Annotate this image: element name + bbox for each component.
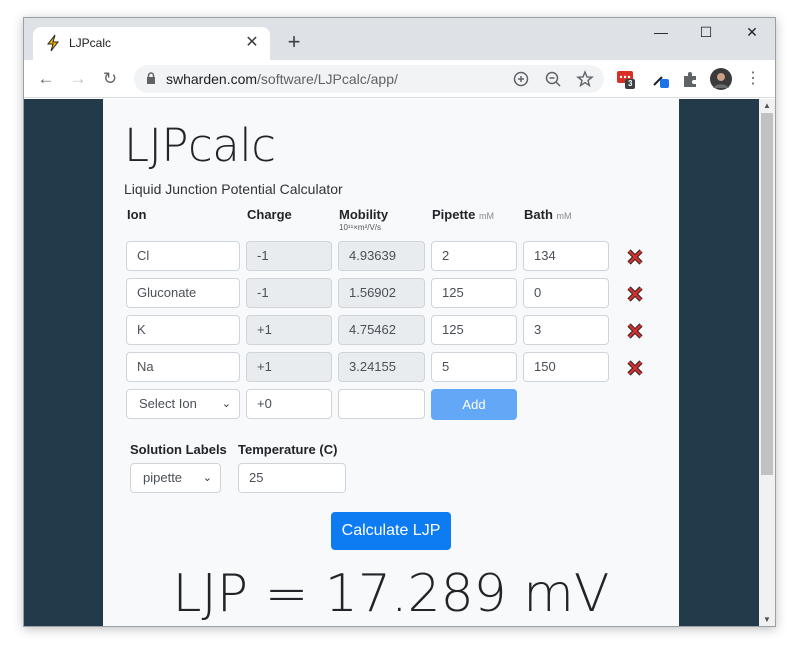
reload-button[interactable]: ↻ — [99, 68, 121, 90]
lock-icon — [147, 72, 155, 84]
pipette-conc-field[interactable]: 125 — [431, 278, 517, 308]
forward-button[interactable]: → — [67, 68, 89, 90]
maximize-button[interactable]: ☐ — [686, 24, 726, 44]
back-button[interactable]: ← — [35, 68, 57, 90]
minimize-button[interactable]: — — [641, 24, 681, 44]
chevron-down-icon: ⌄ — [221, 398, 231, 410]
new-mobility-input[interactable] — [338, 389, 425, 419]
charge-field: +1 — [246, 315, 332, 345]
charge-field: +1 — [246, 352, 332, 382]
add-icon[interactable] — [512, 70, 530, 88]
mobility-field: 4.75462 — [338, 315, 425, 345]
delete-row-icon[interactable] — [627, 249, 643, 265]
page-scrollbar[interactable]: ▲ ▼ — [759, 99, 775, 626]
calculate-ljp-button[interactable]: Calculate LJP — [331, 512, 451, 550]
browser-tab[interactable]: LJPcalc ✕ — [33, 27, 270, 60]
page-viewport: LJPcalc Liquid Junction Potential Calcul… — [24, 99, 759, 626]
app-container: LJPcalc Liquid Junction Potential Calcul… — [103, 99, 679, 626]
browser-toolbar: ← → ↻ swharden.com/software/LJPcalc/app/ — [24, 60, 775, 98]
delete-row-icon[interactable] — [627, 286, 643, 302]
bath-conc-field[interactable]: 3 — [523, 315, 609, 345]
header-mobility: Mobility — [339, 207, 389, 222]
mobility-field: 4.93639 — [338, 241, 425, 271]
header-ion: Ion — [127, 207, 147, 222]
scroll-thumb[interactable] — [761, 113, 773, 475]
bath-conc-field[interactable]: 150 — [523, 352, 609, 382]
star-icon[interactable] — [576, 70, 594, 88]
avatar[interactable] — [710, 68, 732, 90]
ion-name-field[interactable]: Gluconate — [126, 278, 240, 308]
temperature-label: Temperature (C) — [238, 442, 338, 457]
close-window-button[interactable]: ✕ — [732, 24, 772, 44]
charge-field: -1 — [246, 278, 332, 308]
new-charge-input[interactable]: +0 — [246, 389, 332, 419]
pipette-conc-field[interactable]: 125 — [431, 315, 517, 345]
page-title: LJPcalc — [124, 119, 276, 172]
zoom-out-icon[interactable] — [544, 70, 562, 88]
solution-labels-dropdown[interactable]: pipette ⌄ — [130, 463, 221, 493]
lightning-icon — [46, 34, 60, 52]
ion-name-field[interactable]: Cl — [126, 241, 240, 271]
chevron-down-icon: ⌄ — [202, 472, 212, 484]
scroll-down-icon[interactable]: ▼ — [759, 613, 775, 626]
header-charge: Charge — [247, 207, 292, 222]
header-pipette: Pipette mM — [432, 207, 494, 222]
pipette-conc-field[interactable]: 5 — [431, 352, 517, 382]
extension-badge-count: 3 — [628, 79, 633, 88]
select-ion-value: Select Ion — [139, 396, 197, 411]
address-bar[interactable]: swharden.com/software/LJPcalc/app/ — [134, 65, 604, 93]
ion-name-field[interactable]: Na — [126, 352, 240, 382]
bath-conc-field[interactable]: 0 — [523, 278, 609, 308]
extensions-puzzle-icon[interactable] — [680, 69, 700, 89]
mobility-field: 1.56902 — [338, 278, 425, 308]
scroll-up-icon[interactable]: ▲ — [759, 99, 775, 113]
extension-badge-icon[interactable] — [616, 69, 636, 89]
page-subtitle: Liquid Junction Potential Calculator — [124, 181, 343, 197]
add-ion-button[interactable]: Add — [431, 389, 517, 420]
solution-labels-label: Solution Labels — [130, 442, 227, 457]
new-tab-button[interactable]: + — [282, 31, 306, 55]
pipette-conc-field[interactable]: 2 — [431, 241, 517, 271]
mobility-field: 3.24155 — [338, 352, 425, 382]
ljp-result: LJP = 17.289 mV — [172, 564, 610, 624]
solution-labels-value: pipette — [143, 470, 183, 485]
title-bar: LJPcalc ✕ + — ☐ ✕ — [24, 18, 775, 60]
bath-conc-field[interactable]: 134 — [523, 241, 609, 271]
mobility-unit: 10¹¹×m²/V/s — [339, 223, 382, 232]
close-tab-icon[interactable]: ✕ — [243, 34, 261, 52]
delete-row-icon[interactable] — [627, 323, 643, 339]
browser-window: LJPcalc ✕ + — ☐ ✕ ← → ↻ swharden.com/sof… — [23, 17, 776, 627]
ion-name-field[interactable]: K — [126, 315, 240, 345]
select-ion-dropdown[interactable]: Select Ion ⌄ — [126, 389, 240, 419]
header-bath: Bath mM — [524, 207, 572, 222]
tab-title: LJPcalc — [69, 36, 112, 50]
menu-kebab-icon[interactable]: ⋮ — [742, 68, 764, 90]
url-text: swharden.com/software/LJPcalc/app/ — [166, 71, 398, 87]
charge-field: -1 — [246, 241, 332, 271]
eyedropper-icon[interactable] — [650, 69, 670, 89]
delete-row-icon[interactable] — [627, 360, 643, 376]
temperature-input[interactable]: 25 — [238, 463, 346, 493]
